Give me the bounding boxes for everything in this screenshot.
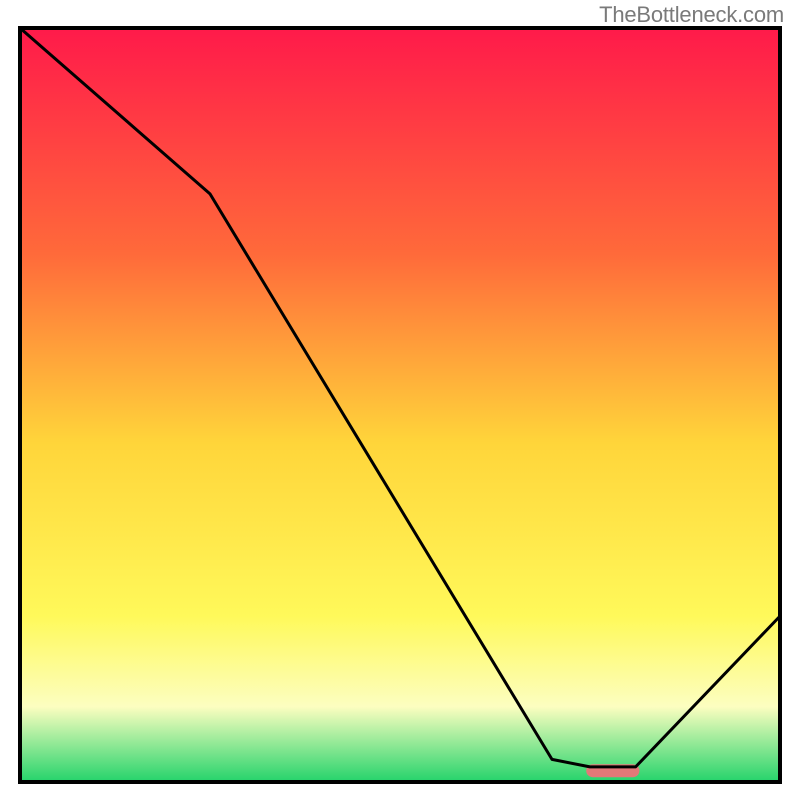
gradient-background [20,28,780,782]
chart-container: TheBottleneck.com [0,0,800,800]
bottleneck-chart [0,0,800,800]
